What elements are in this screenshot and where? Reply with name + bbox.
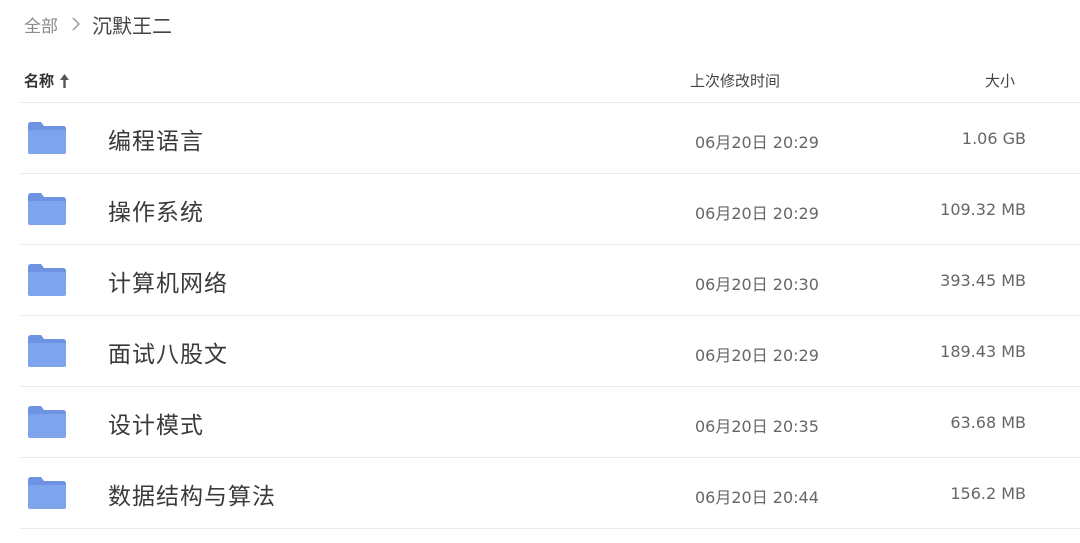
file-row[interactable]: 设计模式 06月20日 20:35 63.68 MB (20, 387, 1080, 458)
file-modified: 06月20日 20:44 (695, 488, 819, 507)
file-modified: 06月20日 20:29 (695, 133, 819, 152)
column-header-modified[interactable]: 上次修改时间 (690, 70, 780, 91)
breadcrumb-root-link[interactable]: 全部 (24, 12, 58, 37)
breadcrumb: 全部 沉默王二 (24, 10, 172, 38)
folder-icon (28, 335, 66, 367)
file-row[interactable]: 编程语言 06月20日 20:29 1.06 GB (20, 103, 1080, 174)
breadcrumb-current: 沉默王二 (92, 13, 172, 38)
chevron-right-icon (72, 17, 80, 31)
file-name[interactable]: 设计模式 (108, 406, 204, 440)
file-row[interactable]: 面试八股文 06月20日 20:29 189.43 MB (20, 316, 1080, 387)
file-list: 编程语言 06月20日 20:29 1.06 GB 操作系统 06月20日 20… (20, 103, 1080, 529)
column-header-name-label: 名称 (24, 72, 55, 90)
folder-icon (28, 122, 66, 154)
column-header-size[interactable]: 大小 (985, 70, 1015, 91)
folder-icon (28, 406, 66, 438)
file-row[interactable]: 计算机网络 06月20日 20:30 393.45 MB (20, 245, 1080, 316)
file-size: 109.32 MB (940, 200, 1026, 219)
file-name[interactable]: 数据结构与算法 (108, 477, 276, 511)
file-list-header: 名称 上次修改时间 大小 (20, 58, 1080, 103)
file-name[interactable]: 操作系统 (108, 193, 204, 227)
file-row[interactable]: 数据结构与算法 06月20日 20:44 156.2 MB (20, 458, 1080, 529)
file-modified: 06月20日 20:35 (695, 417, 819, 436)
file-name[interactable]: 编程语言 (108, 122, 204, 156)
file-size: 63.68 MB (950, 413, 1026, 432)
file-modified: 06月20日 20:29 (695, 346, 819, 365)
folder-icon (28, 264, 66, 296)
folder-icon (28, 477, 66, 509)
file-modified: 06月20日 20:30 (695, 275, 819, 294)
file-size: 156.2 MB (950, 484, 1026, 503)
file-size: 189.43 MB (940, 342, 1026, 361)
file-modified: 06月20日 20:29 (695, 204, 819, 223)
folder-icon (28, 193, 66, 225)
file-name[interactable]: 计算机网络 (108, 264, 228, 298)
file-name[interactable]: 面试八股文 (108, 335, 228, 369)
file-size: 1.06 GB (961, 129, 1026, 148)
arrow-up-icon (60, 73, 70, 88)
column-header-name[interactable]: 名称 (24, 70, 70, 91)
file-size: 393.45 MB (940, 271, 1026, 290)
file-row[interactable]: 操作系统 06月20日 20:29 109.32 MB (20, 174, 1080, 245)
